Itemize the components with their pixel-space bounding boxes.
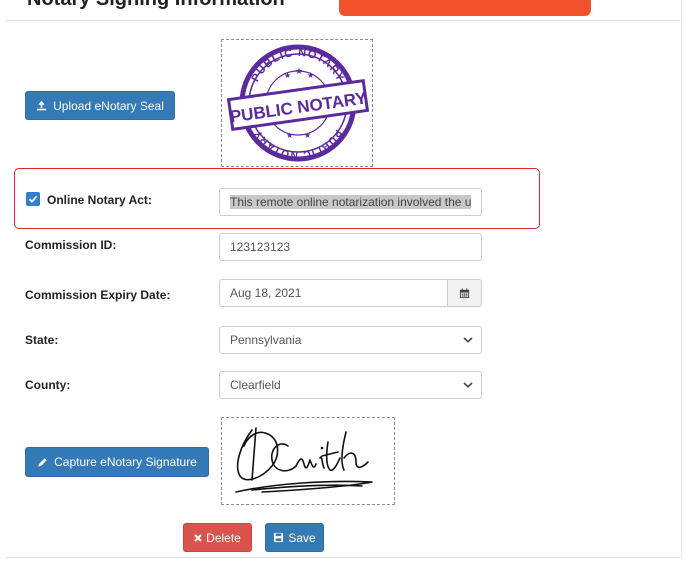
- calendar-button[interactable]: [448, 279, 482, 307]
- state-select[interactable]: Pennsylvania: [219, 326, 482, 354]
- upload-icon: [36, 100, 47, 111]
- pencil-icon: [37, 457, 48, 468]
- header-accent-bar: [339, 0, 591, 16]
- seal-preview: PUBLIC NOTARY PUBLIC NOTARY PUBLIC NOTAR…: [221, 39, 373, 167]
- chevron-down-icon: [463, 337, 473, 344]
- commission-id-label: Commission ID:: [25, 238, 117, 252]
- commission-expiry-field[interactable]: Aug 18, 2021: [219, 279, 448, 307]
- delete-button[interactable]: Delete: [183, 523, 252, 552]
- calendar-icon: [459, 287, 470, 298]
- form-header: Notary Signing Information: [5, 0, 681, 21]
- capture-signature-label: Capture eNotary Signature: [54, 455, 197, 469]
- online-notary-field[interactable]: This remote online notarization involved…: [219, 188, 482, 216]
- online-notary-label: Online Notary Act:: [47, 193, 152, 207]
- commission-expiry-value: Aug 18, 2021: [230, 286, 302, 300]
- stamp-star-1: ★: [284, 71, 291, 80]
- upload-seal-button[interactable]: Upload eNotary Seal: [25, 91, 175, 120]
- checkmark-icon: [28, 195, 38, 203]
- upload-seal-label: Upload eNotary Seal: [53, 98, 164, 113]
- state-value: Pennsylvania: [230, 333, 302, 347]
- stamp-star-5: ★: [304, 131, 311, 140]
- online-notary-checkbox[interactable]: [26, 192, 40, 206]
- county-select[interactable]: Clearfield: [219, 371, 482, 399]
- delete-label: Delete: [206, 530, 241, 545]
- county-label: County:: [25, 378, 71, 392]
- save-icon: [273, 532, 284, 543]
- save-button[interactable]: Save: [265, 523, 324, 552]
- capture-signature-button[interactable]: Capture eNotary Signature: [25, 447, 209, 477]
- state-label: State:: [25, 333, 59, 347]
- stamp-star-2: ★: [295, 66, 303, 76]
- commission-id-field[interactable]: 123123123: [219, 233, 482, 261]
- save-label: Save: [288, 530, 316, 545]
- stamp-star-3: ★: [307, 71, 314, 80]
- close-icon: [194, 533, 202, 542]
- public-notary-stamp: PUBLIC NOTARY PUBLIC NOTARY PUBLIC NOTAR…: [226, 44, 370, 162]
- chevron-down-icon: [463, 382, 473, 389]
- commission-id-value: 123123123: [230, 240, 291, 254]
- online-notary-value: This remote online notarization involved…: [230, 195, 472, 209]
- stamp-star-4: ★: [286, 131, 293, 140]
- handwritten-signature: [235, 427, 373, 493]
- stamp-bottom-text: PUBLIC NOTARY: [253, 127, 343, 160]
- form-title: Notary Signing Information: [27, 0, 285, 11]
- svg-text:PUBLIC NOTARY: PUBLIC NOTARY: [253, 127, 344, 160]
- commission-expiry-label: Commission Expiry Date:: [25, 288, 171, 302]
- signature-preview: [221, 417, 395, 505]
- county-value: Clearfield: [230, 378, 281, 392]
